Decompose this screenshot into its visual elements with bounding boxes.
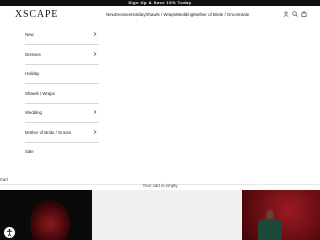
nav-link-new[interactable]: New <box>106 12 115 17</box>
menu-item-label: Wedding <box>25 110 42 115</box>
menu-item-label: New <box>25 32 34 37</box>
header-icons <box>283 11 307 17</box>
model-dress <box>258 219 282 240</box>
hero-banner[interactable] <box>0 190 320 240</box>
menu-item-label: Dresses <box>25 51 41 57</box>
hero-image-middle <box>92 190 242 240</box>
mobile-menu-drawer: New Dresses Holiday Shawls / Wraps Weddi… <box>16 25 99 177</box>
menu-item-mother-of-bride-groom[interactable]: Mother of Bride / Groom <box>25 123 99 143</box>
top-navigation: New Dresses Holiday Shawls / Wraps Weddi… <box>106 12 249 17</box>
chevron-right-icon <box>93 129 97 134</box>
cart-empty-message: Your cart is empty <box>142 183 178 188</box>
chevron-right-icon <box>93 32 97 36</box>
site-header: XSCAPE New Dresses Holiday Shawls / Wrap… <box>0 6 320 24</box>
nav-link-mother-of-bride-groom[interactable]: Mother of Bride / Groom <box>193 12 240 17</box>
spotlight-glow <box>30 200 70 240</box>
promo-text: Sign Up & Save 15% Today <box>128 0 192 5</box>
cart-label: Cart <box>0 177 8 182</box>
nav-link-wedding[interactable]: Wedding <box>176 12 193 17</box>
menu-item-wedding[interactable]: Wedding <box>25 103 99 123</box>
menu-item-label: Holiday <box>25 71 40 76</box>
account-icon[interactable] <box>283 11 289 17</box>
search-icon[interactable] <box>292 11 298 17</box>
chevron-right-icon <box>93 110 97 114</box>
nav-link-sale[interactable]: Sale <box>240 12 249 17</box>
menu-item-sale[interactable]: Sale <box>25 142 99 161</box>
menu-item-dresses[interactable]: Dresses <box>25 45 99 65</box>
menu-item-holiday[interactable]: Holiday <box>25 64 99 84</box>
menu-item-shawls-wraps[interactable]: Shawls / Wraps <box>25 84 99 104</box>
logo[interactable]: XSCAPE <box>15 9 58 20</box>
nav-link-holiday[interactable]: Holiday <box>131 12 146 17</box>
menu-item-label: Sale <box>25 149 34 154</box>
nav-link-dresses[interactable]: Dresses <box>115 12 131 17</box>
cart-bag-icon[interactable] <box>301 11 307 17</box>
menu-item-label: Shawls / Wraps <box>25 90 55 96</box>
accessibility-icon[interactable] <box>3 226 16 239</box>
chevron-right-icon <box>93 51 97 56</box>
menu-item-new[interactable]: New <box>25 25 99 45</box>
menu-item-label: Mother of Bride / Groom <box>25 129 72 135</box>
nav-link-shawls-wraps[interactable]: Shawls / Wraps <box>146 12 176 17</box>
